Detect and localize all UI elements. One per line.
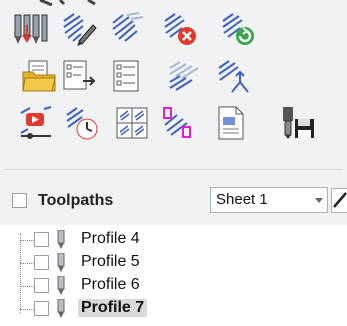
toolpaths-visibility-checkbox[interactable] [12, 193, 27, 208]
toolpath-checkbox[interactable] [34, 278, 49, 293]
toolpath-list-export-icon [63, 60, 96, 90]
tree-branch-line [20, 286, 34, 287]
tree-branch-line [20, 263, 34, 264]
preview-toolpath-button[interactable] [16, 104, 56, 142]
toolpath-color-icon [163, 107, 191, 138]
toolpath-summary-button[interactable] [210, 104, 250, 142]
open-toolpath-folder-icon [22, 60, 56, 92]
sheet-select[interactable]: Sheet 1 [210, 187, 328, 213]
save-toolpath-icon [283, 107, 314, 139]
toolpath-checkbox[interactable] [34, 255, 49, 270]
edit-toolpath-icon [63, 13, 97, 46]
tree-branch-line [20, 240, 34, 241]
toolpath-operations-icon [14, 14, 48, 44]
toolpath-row[interactable]: Profile 6 [0, 275, 347, 297]
toolpath-checkbox[interactable] [34, 232, 49, 247]
toolpath-operations-button[interactable] [11, 10, 51, 48]
toolpath-color-button[interactable] [157, 104, 197, 142]
tool-bit-icon [57, 299, 65, 318]
reset-toolpath-icon [222, 13, 254, 45]
recalculate-toolpath-button[interactable] [107, 10, 147, 48]
delete-toolpath-button[interactable] [160, 10, 200, 48]
toolpath-time-icon [66, 107, 98, 140]
tool-bit-icon [57, 276, 65, 295]
reset-toolpath-button[interactable] [218, 10, 258, 48]
toolpath-row[interactable]: Profile 4 [0, 229, 347, 251]
merge-toolpaths-icon [169, 61, 199, 91]
toolpath-template-button[interactable] [112, 104, 152, 142]
edit-toolpath-button[interactable] [59, 10, 99, 48]
tree-branch-line [20, 309, 34, 310]
sheet-options-button[interactable] [331, 188, 347, 213]
toolpath-list-button[interactable] [108, 57, 148, 95]
tool-bit-icon [57, 230, 65, 249]
toolpath-checkbox[interactable] [34, 301, 49, 316]
tool-bit-icon [57, 253, 65, 272]
recalculate-toolpath-icon [112, 12, 144, 42]
join-toolpaths-button[interactable] [214, 57, 254, 95]
sheet-select-value: Sheet 1 [216, 191, 268, 208]
pencil-icon [333, 192, 347, 208]
toolpath-list-icon [113, 60, 139, 92]
chevron-down-icon [315, 198, 323, 203]
open-toolpath-folder-button[interactable] [19, 57, 59, 95]
toolpath-label: Profile 7 [78, 299, 148, 317]
toolpath-time-button[interactable] [62, 104, 102, 142]
toolpath-row-selected[interactable]: Profile 7 [0, 298, 347, 320]
section-divider [4, 169, 343, 170]
toolpath-row[interactable]: Profile 5 [0, 252, 347, 274]
toolpaths-title: Toolpaths [38, 192, 114, 209]
delete-toolpath-icon [164, 13, 196, 45]
toolbar-top-edge [39, 0, 96, 6]
toolpath-label: Profile 4 [81, 230, 140, 247]
join-toolpaths-icon [218, 60, 249, 93]
toolpath-template-icon [116, 107, 148, 139]
toolpath-list-export-button[interactable] [59, 57, 99, 95]
save-toolpath-button[interactable] [278, 104, 318, 142]
preview-toolpath-icon [20, 106, 52, 139]
toolpath-summary-icon [218, 106, 244, 140]
toolpaths-panel: Toolpaths Sheet 1 Profile 4 Profile 5 Pr… [0, 0, 347, 326]
merge-toolpaths-button[interactable] [164, 57, 204, 95]
toolpath-label: Profile 6 [81, 276, 140, 293]
toolpath-label: Profile 5 [81, 253, 140, 270]
